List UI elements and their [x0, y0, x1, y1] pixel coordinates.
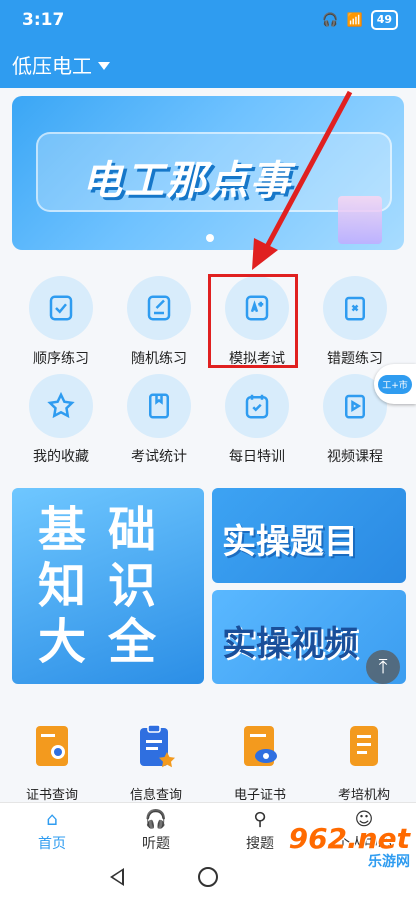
card-practical-videos-text: 实操视频 — [222, 624, 358, 664]
status-icons: 🎧 📶 49 — [322, 10, 398, 30]
status-bar: 3:17 🎧 📶 49 — [0, 0, 416, 40]
clipboard-star-icon — [140, 724, 175, 768]
category-selector[interactable]: 低压电工 — [12, 50, 110, 79]
service-certificate-query[interactable]: 证书查询 — [0, 724, 104, 803]
battery-icon: 49 — [370, 10, 398, 30]
grid-item-sequential[interactable]: 顺序练习 — [12, 276, 110, 368]
annotation-highlight-box — [208, 274, 298, 368]
card-basic-knowledge-text: 基础 知识 大全 — [38, 502, 178, 670]
service-label: 信息查询 — [129, 788, 182, 803]
card-basic-knowledge[interactable]: 基础 知识 大全 — [12, 488, 204, 684]
service-label: 电子证书 — [233, 788, 286, 803]
category-title: 低压电工 — [12, 54, 92, 78]
grid-label: 每日特训 — [229, 449, 285, 465]
grid-label: 视频课程 — [327, 449, 383, 465]
tab-listen[interactable]: 🎧 听题 — [104, 809, 208, 853]
e-certificate-eye-icon — [244, 726, 277, 766]
checklist-icon — [29, 276, 93, 340]
top-bar: 3:17 🎧 📶 49 低压电工 — [0, 0, 416, 88]
grid-item-favorites[interactable]: 我的收藏 — [12, 374, 110, 466]
floating-side-badge[interactable]: 工+市 — [374, 364, 416, 404]
grid-item-wrong-answers[interactable]: 错题练习 — [306, 276, 404, 368]
service-label: 考培机构 — [337, 788, 390, 803]
tab-home[interactable]: ⌂ 首页 — [0, 809, 104, 853]
headphones-icon: 🎧 — [144, 809, 168, 830]
service-training-institution[interactable]: 考培机构 — [312, 724, 416, 803]
wrong-book-icon — [323, 276, 387, 340]
card-line: 知识 — [38, 558, 179, 614]
home-circle-icon[interactable] — [198, 867, 218, 887]
back-to-top-button[interactable]: ⤒ — [366, 650, 400, 684]
watermark-logo: 962.net 乐游网 — [289, 822, 410, 871]
back-icon[interactable] — [110, 868, 124, 886]
edit-doc-icon — [127, 276, 191, 340]
grid-label: 考试统计 — [131, 449, 187, 465]
bookmark-book-icon — [127, 374, 191, 438]
side-badge-label: 工+市 — [378, 374, 412, 394]
tab-label: 首页 — [38, 836, 66, 852]
grid-label: 顺序练习 — [33, 351, 89, 367]
card-line: 基础 — [38, 502, 179, 558]
service-e-certificate[interactable]: 电子证书 — [208, 724, 312, 803]
card-practical-questions-text: 实操题目 — [222, 522, 358, 562]
document-list-icon — [350, 726, 378, 766]
service-info-query[interactable]: 信息查询 — [104, 724, 208, 803]
star-icon — [29, 374, 93, 438]
grid-item-random[interactable]: 随机练习 — [110, 276, 208, 368]
annotation-arrow-icon — [252, 90, 353, 270]
home-icon: ⌂ — [46, 809, 58, 830]
grid-label: 随机练习 — [131, 351, 187, 367]
certificate-icon — [36, 726, 68, 766]
grid-item-statistics[interactable]: 考试统计 — [110, 374, 208, 466]
grid-label: 我的收藏 — [33, 449, 89, 465]
calendar-check-icon — [225, 374, 289, 438]
wifi-icon: 📶 — [346, 12, 363, 28]
service-label: 证书查询 — [25, 788, 78, 803]
card-line: 大全 — [38, 614, 179, 670]
status-time: 3:17 — [22, 10, 65, 30]
tab-label: 听题 — [142, 836, 170, 852]
headphones-icon: 🎧 — [322, 12, 339, 28]
caret-down-icon — [98, 62, 110, 70]
card-practical-questions[interactable]: 实操题目 — [212, 488, 406, 583]
banner-indicator — [206, 234, 214, 242]
grid-item-daily-training[interactable]: 每日特训 — [208, 374, 306, 466]
